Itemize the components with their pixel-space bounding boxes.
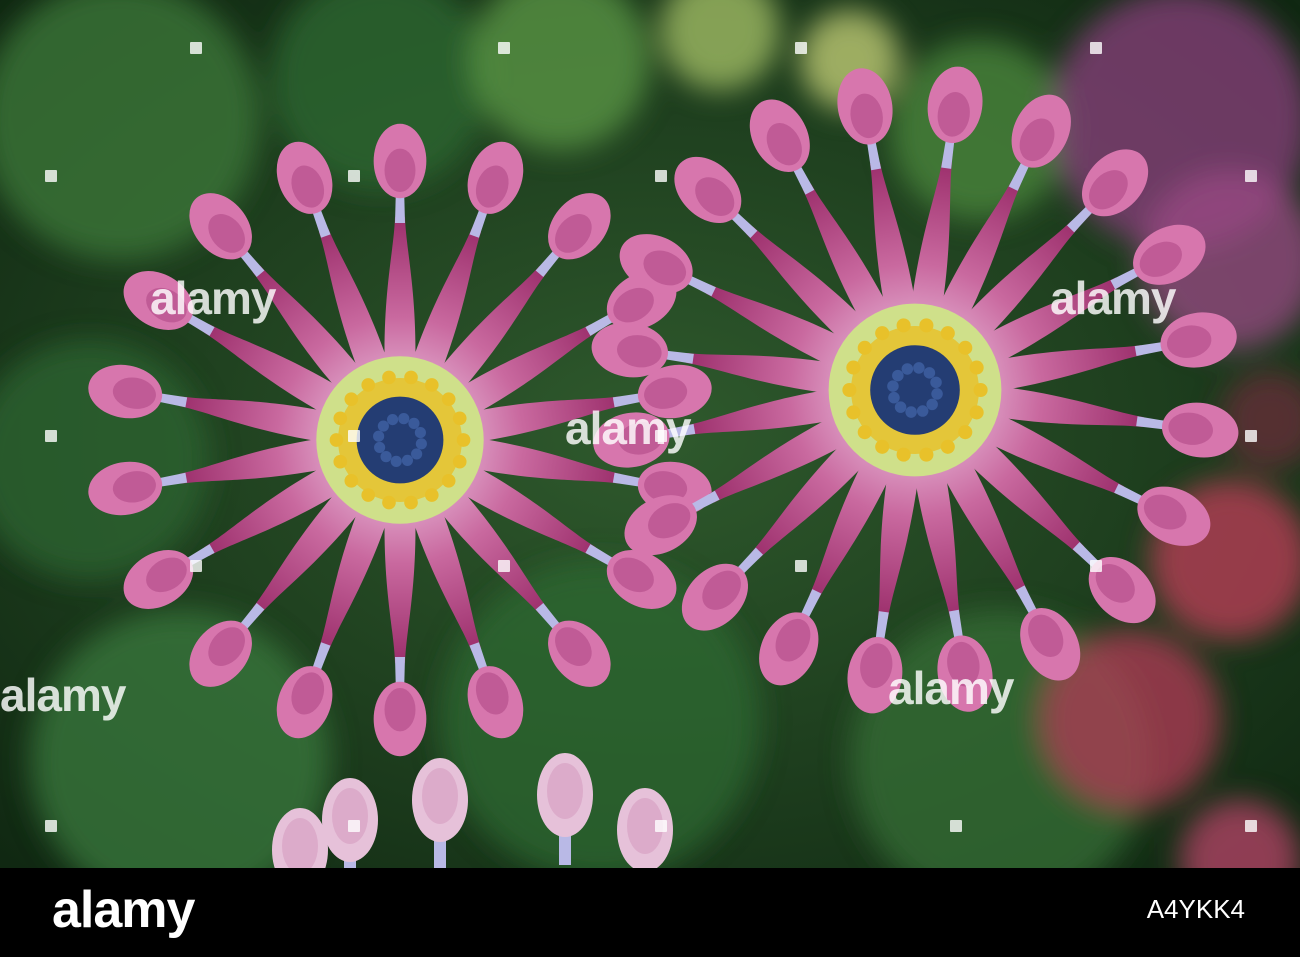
photo: alamy alamy alamy alamy alamy — [0, 0, 1300, 868]
flower-center — [870, 345, 960, 435]
watermark-dot — [45, 170, 57, 182]
watermark-text: alamy — [1050, 272, 1176, 324]
watermark-text: alamy — [565, 402, 691, 454]
watermark-dot — [348, 170, 360, 182]
footer-bar: alamy A4YKK4 — [0, 868, 1300, 957]
watermark-dot — [1245, 820, 1257, 832]
watermark-dot — [190, 560, 202, 572]
watermark-dot — [655, 820, 667, 832]
watermark-text: alamy — [0, 669, 126, 721]
watermark-dot — [795, 42, 807, 54]
watermark-dot — [1245, 170, 1257, 182]
watermark-dot — [1245, 430, 1257, 442]
flower-center — [356, 396, 444, 484]
watermark-dot — [1090, 42, 1102, 54]
watermark-dot — [498, 560, 510, 572]
watermark-dot — [348, 820, 360, 832]
image-id: A4YKK4 — [1146, 894, 1245, 924]
watermark-dot — [950, 820, 962, 832]
watermark-dot — [1090, 560, 1102, 572]
watermark-dot — [498, 42, 510, 54]
watermark-dot — [795, 560, 807, 572]
watermark-text: alamy — [888, 662, 1014, 714]
watermark-dot — [45, 820, 57, 832]
watermark-dot — [348, 430, 360, 442]
footer-logo: alamy — [52, 881, 195, 939]
watermark-dot — [190, 42, 202, 54]
watermark-dot — [655, 430, 667, 442]
watermark-text: alamy — [150, 272, 276, 324]
watermark-dot — [655, 170, 667, 182]
watermark-dot — [45, 430, 57, 442]
